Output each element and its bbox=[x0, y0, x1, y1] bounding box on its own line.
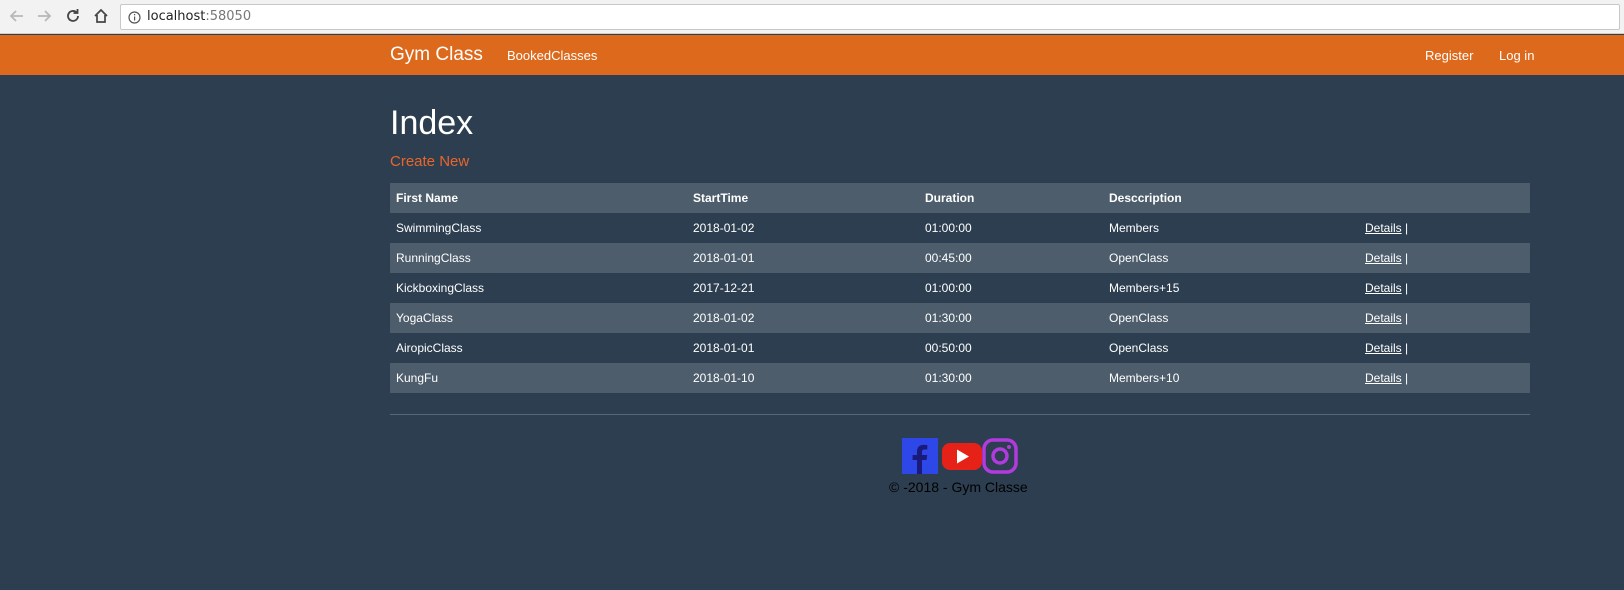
create-new-link[interactable]: Create New bbox=[390, 153, 469, 170]
column-header-starttime: StartTime bbox=[687, 183, 919, 213]
reload-button[interactable] bbox=[62, 5, 84, 27]
cell-name: YogaClass bbox=[390, 303, 687, 333]
instagram-icon[interactable] bbox=[982, 438, 1018, 474]
cell-duration: 00:50:00 bbox=[919, 333, 1103, 363]
table-row: YogaClass 2018-01-02 01:30:00 OpenClass … bbox=[390, 303, 1530, 333]
forward-button[interactable] bbox=[33, 5, 55, 27]
info-icon bbox=[128, 11, 141, 24]
cell-name: SwimmingClass bbox=[390, 213, 687, 243]
cell-description: Members bbox=[1103, 213, 1359, 243]
cell-actions: Details | bbox=[1359, 213, 1530, 243]
back-button[interactable] bbox=[6, 5, 28, 27]
details-link[interactable]: Details bbox=[1365, 341, 1402, 355]
classes-table: First Name StartTime Duration Desccripti… bbox=[390, 183, 1530, 393]
cell-duration: 00:45:00 bbox=[919, 243, 1103, 273]
cell-duration: 01:00:00 bbox=[919, 273, 1103, 303]
table-header-row: First Name StartTime Duration Desccripti… bbox=[390, 183, 1530, 213]
cell-actions: Details | bbox=[1359, 243, 1530, 273]
page-title: Index bbox=[390, 104, 474, 142]
url-host: localhost bbox=[147, 9, 206, 24]
cell-name: KickboxingClass bbox=[390, 273, 687, 303]
navbar: Gym Class BookedClasses Register Log in bbox=[0, 35, 1624, 75]
brand-link[interactable]: Gym Class bbox=[390, 44, 483, 66]
arrow-left-icon bbox=[9, 10, 23, 22]
column-header-actions bbox=[1359, 183, 1530, 213]
url-port: :58050 bbox=[205, 9, 252, 24]
nav-link-login[interactable]: Log in bbox=[1499, 48, 1534, 63]
link-separator: | bbox=[1405, 281, 1409, 295]
cell-description: Members+15 bbox=[1103, 273, 1359, 303]
nav-link-bookedclasses[interactable]: BookedClasses bbox=[507, 48, 597, 63]
details-link[interactable]: Details bbox=[1365, 281, 1402, 295]
details-link[interactable]: Details bbox=[1365, 251, 1402, 265]
table-row: RunningClass 2018-01-01 00:45:00 OpenCla… bbox=[390, 243, 1530, 273]
reload-icon bbox=[67, 9, 79, 22]
cell-description: OpenClass bbox=[1103, 243, 1359, 273]
link-separator: | bbox=[1405, 221, 1409, 235]
facebook-icon[interactable] bbox=[902, 438, 938, 474]
table-row: KickboxingClass 2017-12-21 01:00:00 Memb… bbox=[390, 273, 1530, 303]
details-link[interactable]: Details bbox=[1365, 221, 1402, 235]
browser-toolbar: localhost:58050 bbox=[0, 0, 1624, 34]
cell-name: KungFu bbox=[390, 363, 687, 393]
copyright-text: © -2018 - Gym Classe bbox=[889, 479, 1028, 495]
cell-actions: Details | bbox=[1359, 303, 1530, 333]
table-row: KungFu 2018-01-10 01:30:00 Members+10 De… bbox=[390, 363, 1530, 393]
cell-duration: 01:30:00 bbox=[919, 303, 1103, 333]
cell-duration: 01:30:00 bbox=[919, 363, 1103, 393]
youtube-icon[interactable] bbox=[942, 438, 982, 474]
column-header-description: Desccription bbox=[1103, 183, 1359, 213]
cell-description: Members+10 bbox=[1103, 363, 1359, 393]
footer-divider bbox=[390, 414, 1530, 415]
cell-start: 2017-12-21 bbox=[687, 273, 919, 303]
cell-start: 2018-01-10 bbox=[687, 363, 919, 393]
link-separator: | bbox=[1405, 371, 1409, 385]
cell-actions: Details | bbox=[1359, 333, 1530, 363]
column-header-duration: Duration bbox=[919, 183, 1103, 213]
cell-start: 2018-01-02 bbox=[687, 213, 919, 243]
cell-start: 2018-01-01 bbox=[687, 333, 919, 363]
cell-description: OpenClass bbox=[1103, 303, 1359, 333]
table-row: AiropicClass 2018-01-01 00:50:00 OpenCla… bbox=[390, 333, 1530, 363]
cell-actions: Details | bbox=[1359, 363, 1530, 393]
link-separator: | bbox=[1405, 251, 1409, 265]
cell-start: 2018-01-01 bbox=[687, 243, 919, 273]
details-link[interactable]: Details bbox=[1365, 371, 1402, 385]
nav-link-register[interactable]: Register bbox=[1425, 48, 1473, 63]
cell-actions: Details | bbox=[1359, 273, 1530, 303]
home-button[interactable] bbox=[90, 5, 112, 27]
cell-name: RunningClass bbox=[390, 243, 687, 273]
details-link[interactable]: Details bbox=[1365, 311, 1402, 325]
arrow-right-icon bbox=[38, 10, 52, 22]
cell-name: AiropicClass bbox=[390, 333, 687, 363]
social-links bbox=[902, 438, 1018, 474]
table-row: SwimmingClass 2018-01-02 01:00:00 Member… bbox=[390, 213, 1530, 243]
cell-description: OpenClass bbox=[1103, 333, 1359, 363]
cell-start: 2018-01-02 bbox=[687, 303, 919, 333]
cell-duration: 01:00:00 bbox=[919, 213, 1103, 243]
column-header-first-name: First Name bbox=[390, 183, 687, 213]
home-icon bbox=[94, 8, 108, 23]
link-separator: | bbox=[1405, 341, 1409, 355]
address-bar[interactable]: localhost:58050 bbox=[120, 4, 1620, 30]
link-separator: | bbox=[1405, 311, 1409, 325]
